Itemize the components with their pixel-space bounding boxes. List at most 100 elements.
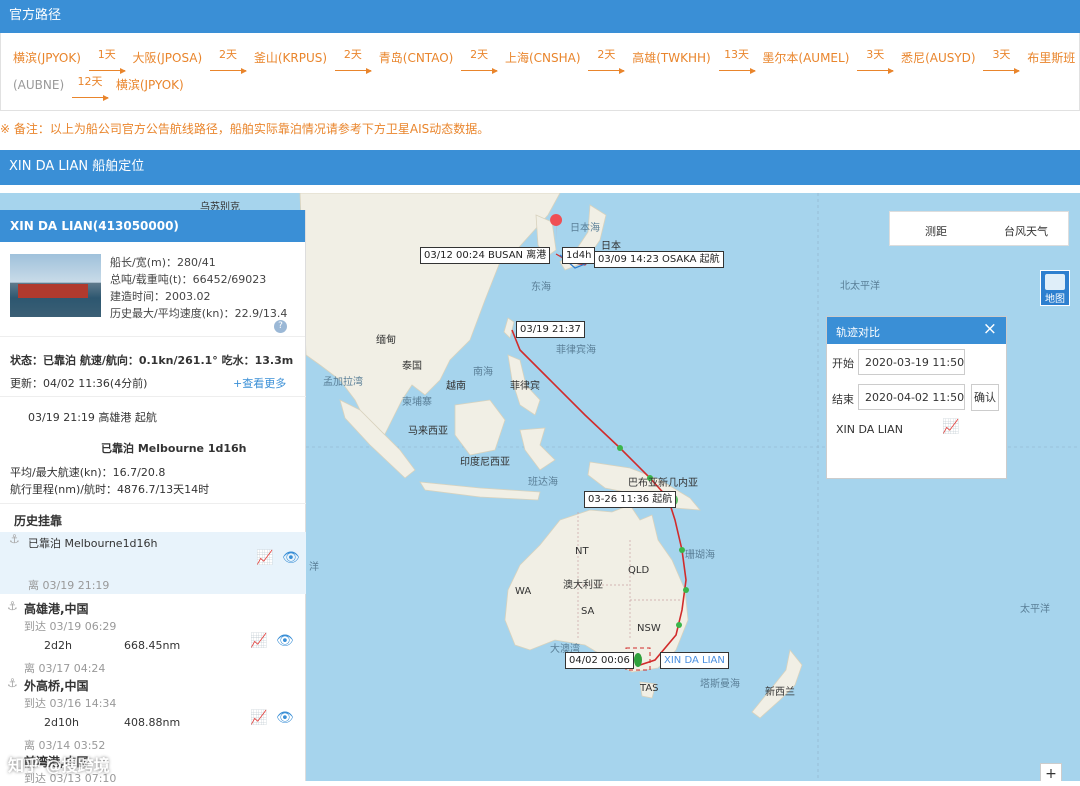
trajectory-panel: 轨迹对比 × 开始 结束 确认 XIN DA LIAN 📈	[826, 316, 1007, 479]
place-sa: SA	[581, 606, 595, 617]
end-time-input[interactable]	[858, 384, 965, 410]
measure-button[interactable]: 测距	[925, 223, 947, 239]
end-label: 结束	[832, 393, 854, 406]
place-donghai: 东海	[531, 282, 551, 293]
label-start: 03/19 21:37	[516, 321, 585, 338]
land-sulawesi	[519, 427, 556, 471]
history-arrive-1: 到达 03/19 06:29	[24, 620, 117, 633]
eye-off-icon[interactable]: 👁	[276, 633, 294, 649]
route-leg-2: 2天	[334, 41, 372, 74]
history-item-2[interactable]: ⚓ 外高桥,中国 到达 03/16 14:34 2d10h 408.88nm 📈…	[0, 676, 306, 752]
route-leg-7: 3天	[983, 41, 1021, 74]
map-zoom-in-button[interactable]: +	[1040, 763, 1062, 781]
route-stop-4[interactable]: 上海(CNSHA)	[505, 51, 581, 65]
divider-2	[0, 503, 306, 504]
route-leg-0: 1天	[88, 41, 126, 74]
place-south-sea: 南海	[473, 367, 493, 378]
place-wa: WA	[515, 586, 532, 597]
route-stop-8[interactable]: 布里斯班	[1027, 51, 1075, 65]
map-layer-button[interactable]: 地图	[1040, 270, 1070, 306]
official-route-header: 官方路径	[0, 0, 1080, 33]
history-stay-2: 2d10h	[44, 716, 79, 729]
chart-icon[interactable]: 📈	[250, 633, 267, 649]
ship-info: 船长/宽(m)：280/41 总吨/载重吨(t)：66452/69023 建造时…	[0, 242, 305, 337]
map-layer-icon	[1045, 274, 1065, 290]
help-icon[interactable]: ?	[274, 320, 287, 333]
view-more-link[interactable]: +查看更多	[233, 375, 286, 391]
place-malaysia: 马来西亚	[408, 426, 448, 437]
ship-marker	[634, 653, 642, 667]
place-ocean: 洋	[309, 562, 319, 573]
place-north-pacific: 北太平洋	[840, 281, 880, 292]
history-port-1: 高雄港,中国	[24, 602, 89, 616]
place-australia: 澳大利亚	[563, 580, 603, 591]
place-philippine-sea: 菲律宾海	[556, 345, 596, 356]
route-stop-8-code: (AUBNE)	[13, 78, 65, 92]
route-stop-0[interactable]: 横滨(JPYOK)	[13, 51, 81, 65]
start-label: 开始	[832, 357, 854, 370]
route-leg-4: 2天	[588, 41, 626, 74]
section-title: XIN DA LIAN 船舶定位	[9, 159, 145, 174]
departure-info: 03/19 21:19 高雄港 起航	[28, 411, 157, 424]
history-port-0: 已靠泊 Melbourne1d16h	[28, 537, 158, 550]
route-leg-1: 2天	[210, 41, 248, 74]
route-stop-1[interactable]: 大阪(JPOSA)	[133, 51, 203, 65]
history-leave-0: 离 03/19 21:19	[28, 579, 110, 592]
ship-position-header: XIN DA LIAN 船舶定位	[0, 150, 1080, 185]
place-png: 巴布亚新几内亚	[628, 478, 698, 489]
label-ship-name[interactable]: XIN DA LIAN	[660, 652, 729, 669]
route-stop-7[interactable]: 悉尼(AUSYD)	[901, 51, 976, 65]
route-stop-9[interactable]: 横滨(JPYOK)	[116, 78, 184, 92]
label-1d4h: 1d4h	[562, 247, 596, 264]
close-icon[interactable]: ×	[983, 319, 997, 339]
land-taiwan	[503, 317, 515, 339]
label-busan: 03/12 00:24 BUSAN 离港	[420, 247, 551, 264]
place-coral: 珊瑚海	[685, 550, 715, 561]
place-nz: 新西兰	[765, 687, 795, 698]
anchor-icon: ⚓	[7, 676, 18, 690]
map-toolbox: 测距 台风天气	[889, 211, 1069, 246]
chart-icon[interactable]: 📈	[250, 710, 267, 726]
history-stay-1: 2d2h	[44, 639, 72, 652]
trajectory-header: 轨迹对比 ×	[827, 317, 1006, 344]
chart-icon[interactable]: 📈	[256, 550, 273, 566]
history-dist-1: 668.45nm	[124, 639, 181, 652]
map-layer-label: 地图	[1045, 294, 1065, 305]
place-thailand: 泰国	[402, 361, 422, 372]
place-japan-sea: 日本海	[570, 223, 600, 234]
official-route-title: 官方路径	[9, 8, 62, 23]
confirm-button[interactable]: 确认	[971, 384, 999, 411]
typhoon-weather-button[interactable]: 台风天气	[1004, 223, 1048, 239]
history-item-1[interactable]: ⚓ 高雄港,中国 到达 03/19 06:29 2d2h 668.45nm 📈 …	[0, 599, 306, 675]
place-tas: TAS	[640, 683, 659, 694]
route-stop-6[interactable]: 墨尔本(AUMEL)	[762, 51, 849, 65]
anchor-icon: ⚓	[9, 532, 20, 546]
ship-photo[interactable]	[10, 254, 101, 317]
route-stop-3[interactable]: 青岛(CNTAO)	[379, 51, 454, 65]
ship-panel-header: XIN DA LIAN(413050000)	[0, 210, 305, 242]
avg-speed-info: 平均/最大航速(kn)：16.7/20.8	[10, 466, 166, 479]
watermark: 知乎 @搜跨境	[8, 756, 110, 775]
history-item-0[interactable]: ⚓ 已靠泊 Melbourne1d16h 📈 👁 离 03/19 21:19	[0, 532, 306, 594]
ship-status: 状态：已靠泊 航速/航向：0.1kn/261.1° 吃水：13.3m	[10, 354, 294, 367]
official-route-box: 横滨(JPYOK) 1天 大阪(JPOSA) 2天 釜山(KRPUS) 2天 青…	[0, 33, 1080, 111]
place-tasman: 塔斯曼海	[700, 679, 740, 690]
divider	[0, 396, 306, 397]
route-stop-5[interactable]: 高雄(TWKHH)	[632, 51, 711, 65]
ship-speed-history: 历史最大/平均速度(kn)：22.9/13.4	[110, 307, 288, 320]
route-stop-2[interactable]: 釜山(KRPUS)	[254, 51, 327, 65]
ship-panel: XIN DA LIAN(413050000) 船长/宽(m)：280/41 总吨…	[0, 210, 306, 785]
route-line-2: (AUBNE) 12天 横滨(JPYOK)	[13, 72, 1067, 101]
berthed-info: 已靠泊 Melbourne 1d16h	[101, 442, 247, 455]
eye-off-icon[interactable]: 👁	[276, 710, 294, 726]
place-nsw: NSW	[637, 623, 661, 634]
ship-updated: 更新：04/02 11:36(4分前)	[10, 377, 148, 390]
start-time-input[interactable]	[858, 349, 965, 375]
place-philippines: 菲律宾	[510, 381, 540, 392]
eye-icon[interactable]: 👁	[282, 550, 300, 566]
place-vietnam: 越南	[446, 381, 466, 392]
land-java	[419, 481, 541, 501]
place-nt: NT	[575, 546, 589, 557]
history-port-2: 外高桥,中国	[24, 679, 89, 693]
chart-icon[interactable]: 📈	[942, 419, 959, 435]
